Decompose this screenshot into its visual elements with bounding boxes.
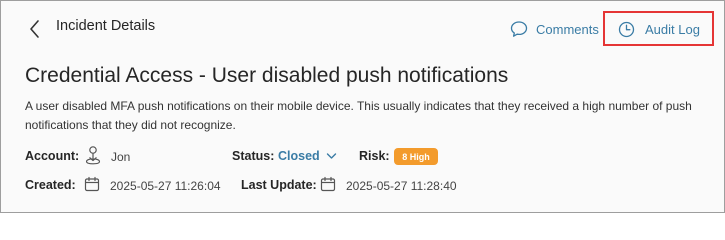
audit-log-label: Audit Log bbox=[645, 21, 700, 37]
last-update-value: 2025-05-27 11:28:40 bbox=[346, 179, 457, 193]
account-label: Account: bbox=[25, 149, 80, 163]
risk-badge: 8 High bbox=[394, 148, 438, 165]
created-label: Created: bbox=[25, 178, 76, 192]
comments-button[interactable]: Comments bbox=[510, 18, 599, 40]
speech-bubble-icon bbox=[510, 21, 528, 37]
chevron-left-icon bbox=[30, 20, 39, 38]
chevron-down-icon bbox=[326, 153, 336, 159]
status-dropdown[interactable]: Closed bbox=[278, 149, 337, 163]
calendar-icon bbox=[320, 176, 336, 192]
risk-label: Risk: bbox=[359, 149, 390, 163]
calendar-icon bbox=[84, 176, 100, 192]
header-title: Incident Details bbox=[56, 18, 156, 34]
incident-description: A user disabled MFA push notifications o… bbox=[25, 99, 692, 132]
audit-log-button[interactable]: Audit Log bbox=[618, 18, 700, 40]
status-value: Closed bbox=[278, 149, 320, 163]
top-bar: Incident Details Comments Audit Log bbox=[1, 1, 724, 55]
back-button[interactable] bbox=[27, 18, 43, 40]
account-value[interactable]: Jon bbox=[111, 150, 130, 164]
comments-label: Comments bbox=[536, 21, 599, 37]
incident-details-panel: Incident Details Comments Audit Log Cred… bbox=[0, 0, 725, 213]
last-update-label: Last Update: bbox=[241, 178, 317, 192]
status-label: Status: bbox=[232, 149, 275, 163]
user-pin-icon bbox=[85, 146, 101, 165]
clock-icon bbox=[618, 21, 635, 37]
incident-title: Credential Access - User disabled push n… bbox=[25, 64, 509, 87]
created-value: 2025-05-27 11:26:04 bbox=[110, 179, 221, 193]
